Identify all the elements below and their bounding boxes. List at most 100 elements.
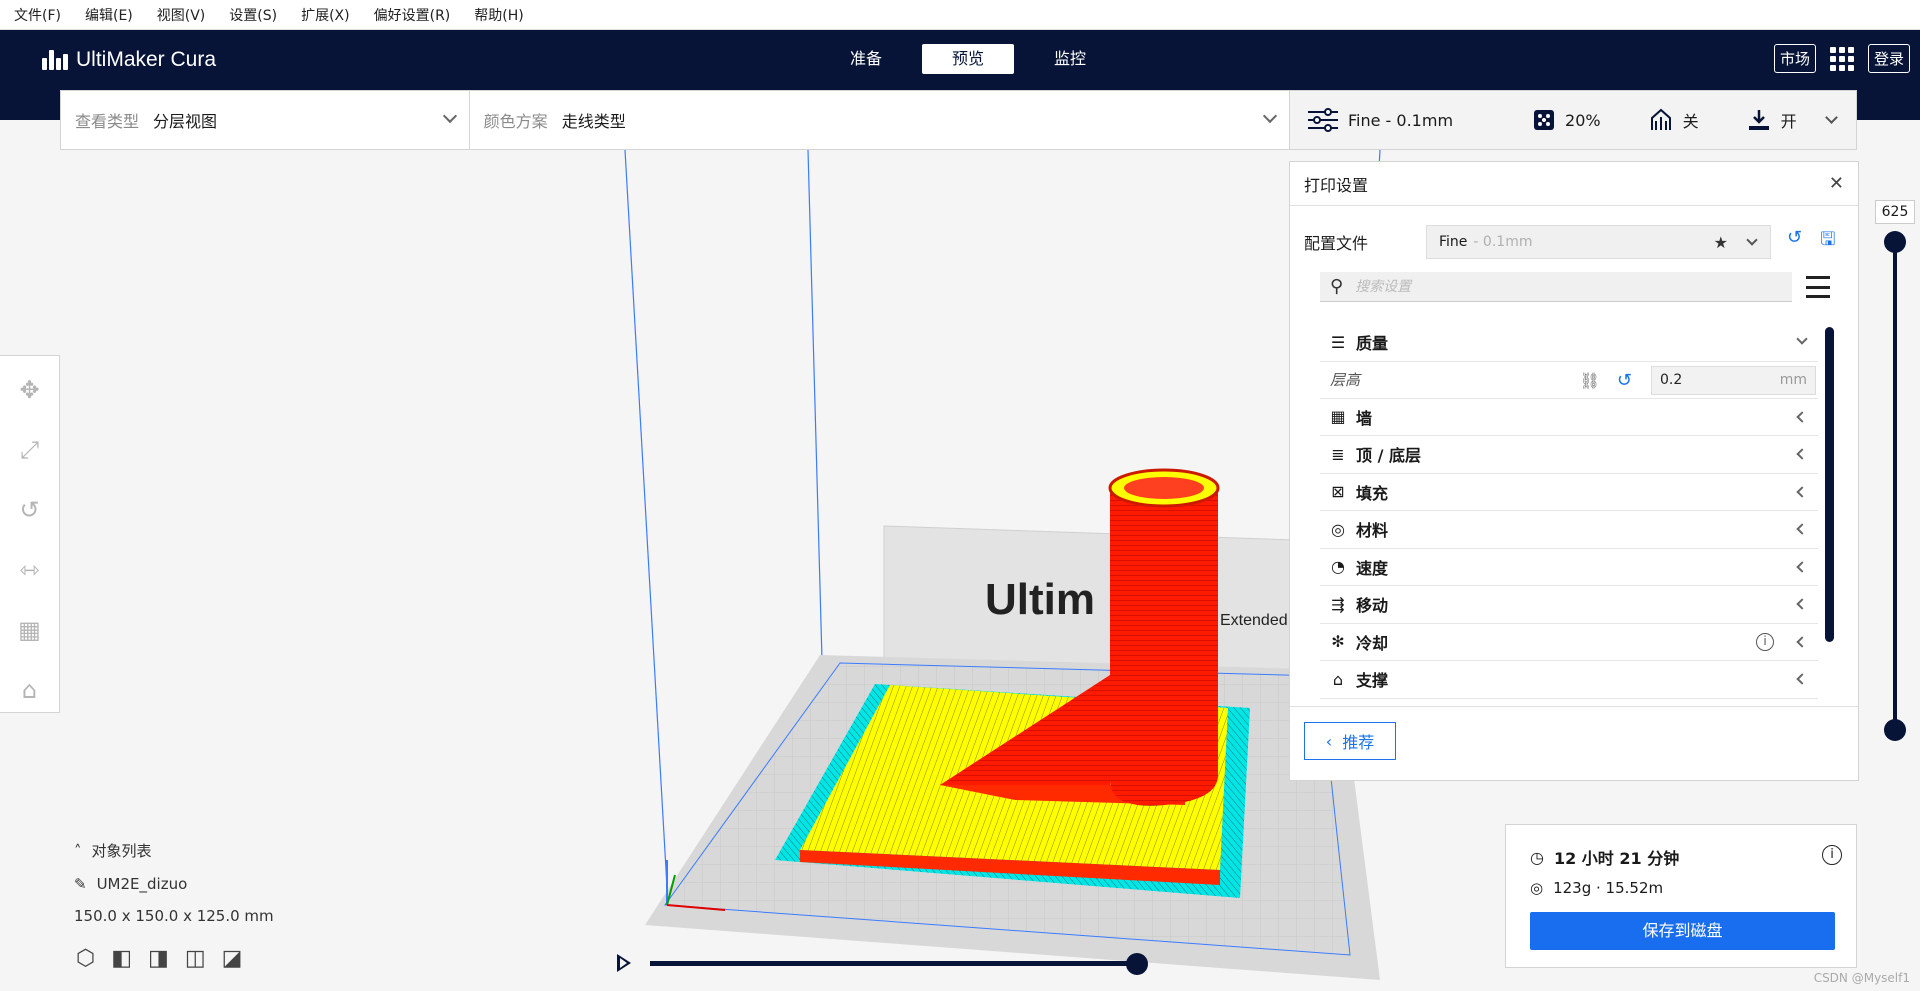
per-model-settings-icon[interactable]: ▦ [15, 610, 45, 650]
layer-slider-bottom-handle[interactable] [1884, 719, 1906, 741]
adhesion-summary: 开 [1747, 108, 1797, 132]
save-icon[interactable]: 🖫 [1820, 227, 1835, 257]
move-tool-icon[interactable]: ✥ [15, 370, 45, 410]
chevron-up-icon: ˄ [74, 841, 82, 860]
color-scheme-label: 颜色方案 [483, 112, 548, 131]
menu-edit[interactable]: 编辑(E) [77, 5, 149, 25]
chevron-left-icon [1796, 523, 1808, 535]
support-icon: ⌂ [1332, 669, 1344, 689]
spool-icon: ◎ [1530, 879, 1544, 897]
camera-view-buttons: ⬡ ◧ ◨ ◫ ◪ [76, 946, 242, 971]
play-icon[interactable] [617, 954, 631, 972]
category-cooling[interactable]: ✻ 冷却 i [1320, 624, 1818, 661]
infill-icon: ⊠ [1331, 482, 1345, 502]
category-speed[interactable]: ◔ 速度 [1320, 549, 1818, 586]
quality-icon: ☰ [1330, 332, 1346, 352]
speed-icon: ◔ [1331, 557, 1345, 577]
hamburger-menu-icon[interactable] [1806, 276, 1830, 298]
left-view-icon[interactable]: ◫ [185, 946, 206, 971]
simulation-slider-handle[interactable] [1126, 953, 1148, 975]
category-quality[interactable]: ☰ 质量 [1320, 324, 1818, 362]
chevron-down-icon [1796, 333, 1808, 345]
layer-number-field[interactable]: 625 [1875, 200, 1915, 224]
close-icon[interactable]: ✕ [1829, 173, 1844, 194]
search-box: ⚲ [1320, 272, 1792, 302]
layer-height-value: 0.2 [1660, 372, 1683, 388]
material-usage: 123g · 15.52m [1553, 879, 1664, 897]
settings-scrollbar[interactable] [1825, 327, 1834, 642]
tab-prepare[interactable]: 准备 [820, 44, 912, 74]
3d-view-icon[interactable]: ⬡ [76, 946, 95, 971]
profile-summary: Fine - 0.1mm [1308, 107, 1453, 133]
category-label: 移动 [1356, 596, 1389, 616]
category-top-bottom[interactable]: ≣ 顶 / 底层 [1320, 436, 1818, 474]
category-walls[interactable]: ▦ 墙 [1320, 399, 1818, 436]
mirror-tool-icon[interactable]: ⇿ [15, 550, 45, 590]
login-button[interactable]: 登录 [1867, 44, 1910, 73]
cylinder-inner [1124, 477, 1204, 499]
recommended-label: 推荐 [1342, 733, 1375, 752]
print-settings-summary[interactable]: Fine - 0.1mm 20% 关 开 [1289, 90, 1857, 150]
reset-icon[interactable]: ↺ [1617, 370, 1632, 391]
chevron-left-icon: ‹ [1325, 731, 1333, 751]
print-time-row: ◷ 12 小时 21 分钟 [1530, 845, 1679, 869]
rotate-tool-icon[interactable]: ↺ [15, 490, 45, 530]
scale-tool-icon[interactable]: ⤢ [15, 430, 45, 470]
color-scheme-value: 走线类型 [561, 112, 626, 131]
support-blocker-icon[interactable]: ⌂ [15, 670, 45, 710]
layer-slider-top-handle[interactable] [1884, 231, 1906, 253]
info-icon[interactable]: i [1822, 845, 1842, 865]
marketplace-button[interactable]: 市场 [1773, 44, 1816, 73]
view-type-value: 分层视图 [153, 112, 218, 131]
chevron-down-icon[interactable] [1825, 111, 1838, 124]
recommended-button[interactable]: ‹ 推荐 [1304, 722, 1396, 760]
chevron-left-icon [1796, 448, 1808, 460]
right-view-icon[interactable]: ◪ [222, 946, 243, 971]
apps-grid-icon[interactable] [1829, 46, 1854, 71]
menu-preferences[interactable]: 偏好设置(R) [366, 5, 467, 25]
star-icon[interactable]: ★ [1714, 233, 1728, 252]
category-label: 质量 [1356, 334, 1389, 354]
info-icon[interactable]: i [1756, 632, 1774, 651]
category-label: 速度 [1356, 558, 1389, 578]
profile-select[interactable]: Fine - 0.1mm ★ [1426, 225, 1771, 259]
build-plate-sub: Extended [1220, 612, 1288, 629]
menu-view[interactable]: 视图(V) [149, 5, 222, 25]
category-material[interactable]: ◎ 材料 [1320, 511, 1818, 549]
save-to-disk-button[interactable]: 保存到磁盘 [1530, 912, 1835, 950]
reset-icon[interactable]: ↺ [1787, 227, 1802, 257]
menu-settings[interactable]: 设置(S) [221, 5, 293, 25]
link-icon[interactable]: ⛓ [1580, 371, 1600, 390]
object-list: ˄ 对象列表 ✎ UM2E_dizuo 150.0 x 150.0 x 125.… [74, 840, 274, 939]
color-scheme-select[interactable]: 颜色方案 走线类型 [470, 91, 1289, 149]
category-support[interactable]: ⌂ 支撑 [1320, 661, 1818, 699]
pencil-icon: ✎ [74, 875, 87, 893]
build-plate-brand: Ultim [985, 575, 1095, 624]
header-actions: 市场 登录 [1773, 44, 1910, 73]
menu-help[interactable]: 帮助(H) [466, 5, 539, 25]
profile-summary-text: Fine - 0.1mm [1348, 110, 1454, 130]
category-infill[interactable]: ⊠ 填充 [1320, 474, 1818, 511]
top-view-icon[interactable]: ◨ [148, 946, 169, 971]
object-name-row[interactable]: ✎ UM2E_dizuo [74, 875, 274, 893]
layer-slider-track[interactable] [1893, 240, 1897, 730]
chevron-left-icon [1796, 673, 1808, 685]
layer-height-field[interactable]: 0.2 mm [1651, 365, 1816, 395]
top-bottom-icon: ≣ [1331, 444, 1345, 464]
front-view-icon[interactable]: ◧ [111, 946, 132, 971]
tab-preview[interactable]: 预览 [922, 44, 1014, 74]
menu-extensions[interactable]: 扩展(X) [293, 5, 366, 25]
left-toolbar: ✥ ⤢ ↺ ⇿ ▦ ⌂ [0, 355, 60, 713]
material-usage-row: ◎ 123g · 15.52m [1530, 879, 1663, 897]
view-type-select[interactable]: 查看类型 分层视图 [61, 91, 470, 149]
object-list-header[interactable]: ˄ 对象列表 [74, 840, 274, 861]
category-travel[interactable]: ⇶ 移动 [1320, 586, 1818, 624]
tab-monitor[interactable]: 监控 [1024, 44, 1116, 74]
menu-file[interactable]: 文件(F) [6, 5, 77, 25]
simulation-slider-track[interactable] [650, 961, 1140, 966]
clock-icon: ◷ [1530, 847, 1544, 867]
search-input[interactable] [1355, 278, 1756, 295]
category-label: 顶 / 底层 [1356, 446, 1421, 466]
search-row: ⚲ [1320, 270, 1850, 304]
setting-layer-height: 层高 ⛓ ↺ 0.2 mm [1320, 362, 1818, 399]
